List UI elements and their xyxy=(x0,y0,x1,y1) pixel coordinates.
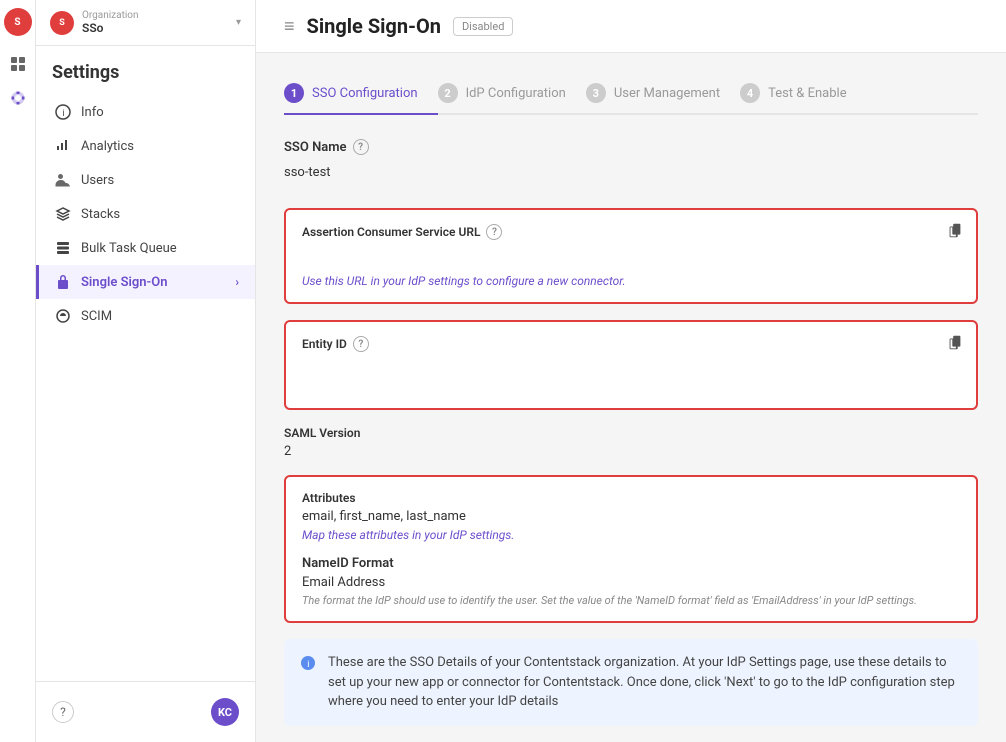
step-3-label: User Management xyxy=(614,86,720,101)
sidebar-item-sso-label: Single Sign-On xyxy=(81,275,168,290)
attributes-value: email, first_name, last_name xyxy=(302,509,960,524)
attributes-box: Attributes email, first_name, last_name … xyxy=(284,475,978,623)
user-avatar[interactable]: KC xyxy=(211,698,239,726)
step-1-num: 1 xyxy=(284,83,304,103)
sidebar-title: Settings xyxy=(36,46,255,95)
step-4-num: 4 xyxy=(740,83,760,103)
info-nav-icon: i xyxy=(55,104,71,120)
sso-nav-icon xyxy=(55,274,71,290)
info-banner-icon: i xyxy=(300,655,316,678)
sso-name-section: SSO Name ? sso-test xyxy=(284,139,978,188)
sidebar-item-stacks[interactable]: Stacks xyxy=(36,197,255,231)
status-badge: Disabled xyxy=(453,17,513,36)
sidebar-item-info-label: Info xyxy=(81,105,104,120)
svg-text:i: i xyxy=(63,109,65,119)
entity-id-help-icon[interactable]: ? xyxy=(353,336,369,352)
content-area: 1 SSO Configuration 2 IdP Configuration … xyxy=(256,53,1006,742)
sso-name-value: sso-test xyxy=(284,161,978,188)
sidebar-item-scim-label: SCIM xyxy=(81,309,112,324)
org-name: SSo xyxy=(82,21,228,35)
step-4-label: Test & Enable xyxy=(768,86,847,101)
svg-text:i: i xyxy=(307,660,309,670)
saml-version-section: SAML Version 2 xyxy=(284,426,978,459)
sidebar-item-scim[interactable]: SCIM xyxy=(36,299,255,333)
step-idp-configuration[interactable]: 2 IdP Configuration xyxy=(438,73,586,115)
info-banner: i These are the SSO Details of your Cont… xyxy=(284,639,978,726)
nameid-format-value: Email Address xyxy=(302,575,960,590)
main-content: ≡ Single Sign-On Disabled 1 SSO Configur… xyxy=(256,0,1006,742)
sidebar-item-analytics-label: Analytics xyxy=(81,139,134,154)
entity-id-copy-button[interactable] xyxy=(946,334,964,356)
sidebar-item-bulk-task-label: Bulk Task Queue xyxy=(81,241,177,256)
sso-chevron-icon: › xyxy=(235,275,239,289)
grid-icon[interactable] xyxy=(4,50,32,78)
bulk-task-nav-icon xyxy=(55,240,71,256)
app-logo: S xyxy=(4,8,32,36)
sidebar-item-users[interactable]: Users xyxy=(36,163,255,197)
sidebar-bottom: ? KC xyxy=(36,681,255,742)
step-3-num: 3 xyxy=(586,83,606,103)
entity-id-label: Entity ID ? xyxy=(302,336,960,352)
stacks-nav-icon xyxy=(55,206,71,222)
scim-nav-icon xyxy=(55,308,71,324)
saml-version-value: 2 xyxy=(284,444,978,459)
org-info: Organization SSo xyxy=(82,10,228,35)
help-button[interactable]: ? xyxy=(52,701,74,723)
page-header-icon: ≡ xyxy=(284,16,295,37)
org-chevron-icon: ▾ xyxy=(236,17,241,28)
sidebar-item-stacks-label: Stacks xyxy=(81,207,120,222)
org-selector[interactable]: S Organization SSo ▾ xyxy=(36,0,255,46)
sidebar-nav: i Info Analytics Users Stacks Bulk Task … xyxy=(36,95,255,681)
attributes-label: Attributes xyxy=(302,491,960,505)
sidebar-item-users-label: Users xyxy=(81,173,114,188)
sidebar-item-info[interactable]: i Info xyxy=(36,95,255,129)
step-test-enable[interactable]: 4 Test & Enable xyxy=(740,73,867,115)
nameid-format-label: NameID Format xyxy=(302,556,960,571)
sso-name-label: SSO Name ? xyxy=(284,139,978,155)
acs-url-copy-button[interactable] xyxy=(946,222,964,244)
step-2-label: IdP Configuration xyxy=(466,86,566,101)
step-sso-configuration[interactable]: 1 SSO Configuration xyxy=(284,73,438,115)
org-label: Organization xyxy=(82,10,228,21)
step-user-management[interactable]: 3 User Management xyxy=(586,73,740,115)
users-nav-icon xyxy=(55,172,71,188)
org-avatar: S xyxy=(50,11,74,35)
entity-id-box: Entity ID ? xyxy=(284,320,978,410)
sso-name-help-icon[interactable]: ? xyxy=(353,139,369,155)
nameid-format-desc: The format the IdP should use to identif… xyxy=(302,594,960,607)
acs-url-label: Assertion Consumer Service URL ? xyxy=(302,224,960,240)
icon-bar: S xyxy=(0,0,36,742)
sidebar: S Organization SSo ▾ Settings i Info Ana… xyxy=(36,0,256,742)
acs-url-hint: Use this URL in your IdP settings to con… xyxy=(302,274,960,288)
sidebar-item-single-sign-on[interactable]: Single Sign-On › xyxy=(36,265,255,299)
info-banner-text: These are the SSO Details of your Conten… xyxy=(328,653,962,712)
page-title: Single Sign-On xyxy=(307,14,441,38)
saml-version-label: SAML Version xyxy=(284,426,978,440)
acs-url-box: Assertion Consumer Service URL ? Use thi… xyxy=(284,208,978,304)
step-1-label: SSO Configuration xyxy=(312,86,418,101)
sidebar-item-bulk-task-queue[interactable]: Bulk Task Queue xyxy=(36,231,255,265)
settings-icon[interactable] xyxy=(4,84,32,112)
analytics-nav-icon xyxy=(55,138,71,154)
page-header: ≡ Single Sign-On Disabled xyxy=(256,0,1006,53)
stepper-tabs: 1 SSO Configuration 2 IdP Configuration … xyxy=(284,73,978,115)
step-2-num: 2 xyxy=(438,83,458,103)
acs-url-help-icon[interactable]: ? xyxy=(486,224,502,240)
attributes-hint: Map these attributes in your IdP setting… xyxy=(302,528,960,542)
sidebar-item-analytics[interactable]: Analytics xyxy=(36,129,255,163)
